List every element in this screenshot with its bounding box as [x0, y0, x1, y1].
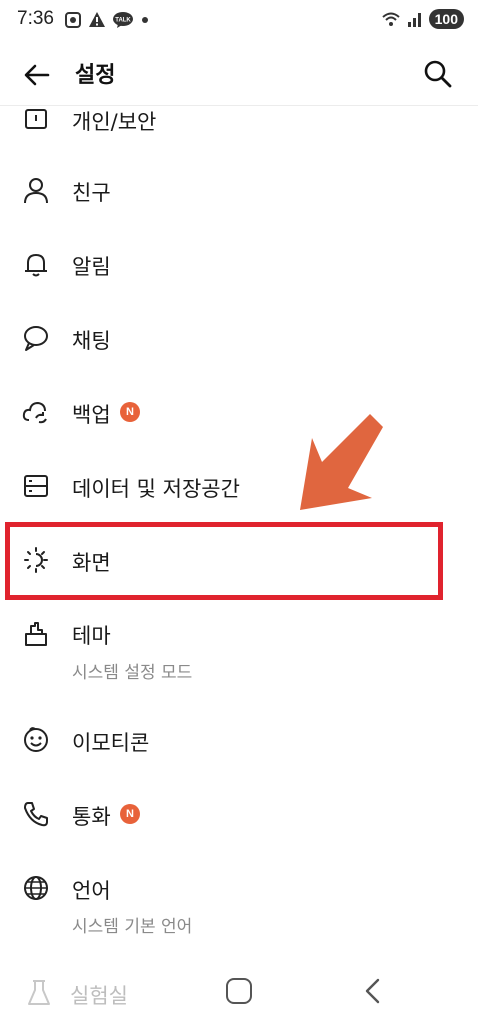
- menu-item-backup[interactable]: 백업 N: [0, 388, 478, 438]
- storage-icon: [24, 475, 48, 497]
- back-arrow-icon: [24, 64, 50, 86]
- menu-item-privacy[interactable]: 개인/보안: [0, 106, 478, 146]
- home-icon[interactable]: [226, 978, 252, 1004]
- menu-item-sublabel: 시스템 기본 언어: [72, 917, 193, 937]
- app-header: 설정: [0, 42, 478, 106]
- talk-icon: TALK: [113, 12, 133, 28]
- menu-item-call[interactable]: 통화 N: [0, 790, 478, 840]
- menu-item-chat[interactable]: 채팅: [0, 314, 478, 364]
- menu-item-label: 테마: [72, 624, 111, 648]
- new-badge: N: [120, 804, 140, 824]
- menu-item-label: 이모티콘: [72, 731, 150, 755]
- svg-text:TALK: TALK: [115, 18, 131, 24]
- status-bar: 7:36 TALK 100: [0, 0, 478, 42]
- status-time: 7:36: [17, 8, 54, 29]
- menu-item-friends[interactable]: 친구: [0, 166, 478, 216]
- warning-icon: [89, 12, 105, 27]
- person-icon: [24, 178, 48, 204]
- system-icons: 100: [381, 9, 464, 29]
- menu-item-emoticon[interactable]: 이모티콘: [0, 716, 478, 766]
- dot-icon: [142, 17, 148, 23]
- search-button[interactable]: [420, 56, 456, 92]
- search-icon: [424, 60, 452, 88]
- globe-icon: [24, 876, 48, 900]
- cloud-sync-icon: [22, 401, 47, 424]
- navigation-bar: 실험실: [0, 960, 478, 1024]
- flask-icon: [28, 980, 50, 1005]
- menu-item-label: 채팅: [72, 329, 111, 353]
- lab-label[interactable]: 실험실: [70, 980, 128, 1010]
- menu-item-label: 언어: [72, 879, 111, 903]
- signal-icon: [407, 13, 421, 27]
- notification-icons: TALK: [64, 11, 150, 29]
- nav-back-icon[interactable]: [362, 976, 384, 1006]
- menu-item-language[interactable]: 언어 시스템 기본 언어: [0, 864, 478, 944]
- menu-item-label: 통화: [72, 805, 111, 829]
- back-button[interactable]: [20, 58, 54, 92]
- wifi-icon: [381, 12, 400, 26]
- menu-item-data-storage[interactable]: 데이터 및 저장공간: [0, 462, 478, 512]
- battery-indicator: 100: [428, 9, 464, 29]
- bell-icon: [25, 254, 47, 277]
- page-title: 설정: [75, 63, 116, 88]
- emoticon-icon: [24, 727, 48, 752]
- lock-icon: [25, 109, 47, 129]
- menu-item-label: 백업: [72, 403, 111, 427]
- menu-item-label: 친구: [72, 181, 111, 205]
- new-badge: N: [120, 402, 140, 422]
- menu-item-sublabel: 시스템 설정 모드: [72, 663, 193, 683]
- menu-item-label: 데이터 및 저장공간: [72, 477, 240, 501]
- phone-icon: [24, 802, 48, 827]
- chat-bubble-icon: [24, 326, 48, 351]
- theme-brush-icon: [25, 622, 47, 646]
- menu-item-theme[interactable]: 테마 시스템 설정 모드: [0, 612, 478, 690]
- menu-item-notifications[interactable]: 알림: [0, 240, 478, 290]
- screenshot-icon: [65, 12, 81, 28]
- annotation-arrow-icon: [300, 414, 383, 510]
- menu-item-label: 개인/보안: [72, 110, 157, 134]
- highlight-box: [5, 522, 443, 600]
- menu-item-label: 알림: [72, 255, 111, 279]
